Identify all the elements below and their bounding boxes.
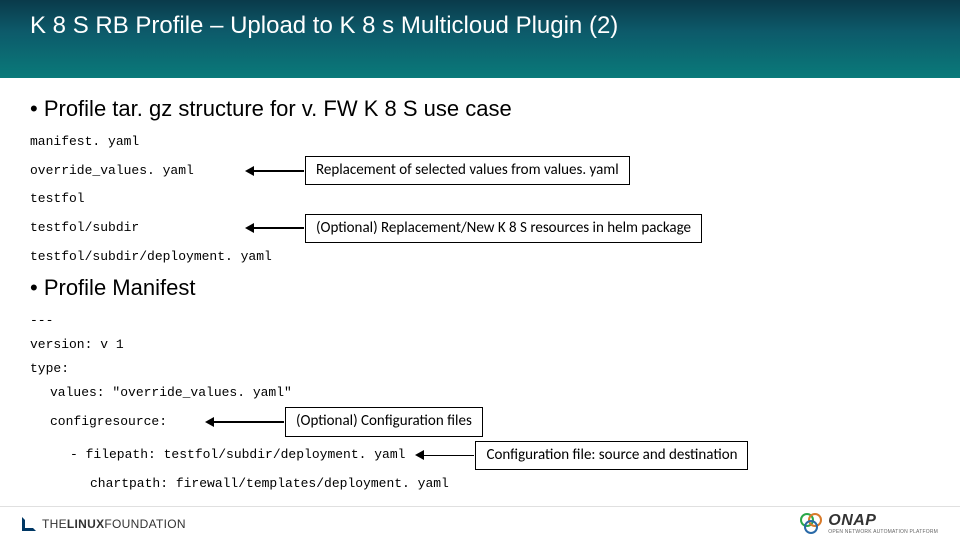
file-list: manifest. yaml override_values. yaml Rep…: [30, 132, 930, 267]
onap-rings-icon: [800, 513, 822, 535]
file-manifest: manifest. yaml: [30, 132, 930, 152]
lf-the: THE: [42, 517, 67, 531]
annot-config-src: Configuration file: source and destinati…: [475, 441, 748, 470]
header-bar: K 8 S RB Profile – Upload to K 8 s Multi…: [0, 0, 960, 78]
content-area: • Profile tar. gz structure for v. FW K …: [0, 78, 960, 494]
file-deployment: testfol/subdir/deployment. yaml: [30, 247, 930, 267]
yaml-dash: ---: [30, 311, 930, 331]
file-testfol: testfol: [30, 189, 930, 209]
row-override: override_values. yaml Replacement of sel…: [30, 156, 930, 185]
arrow-left-icon: [245, 223, 254, 233]
annot-replacement: Replacement of selected values from valu…: [305, 156, 630, 185]
yaml-block: --- version: v 1 type: values: "override…: [30, 311, 930, 494]
yaml-configresource: configresource:: [30, 412, 205, 432]
annot-config-files: (Optional) Configuration files: [285, 407, 483, 436]
linux-foundation-logo: THE LINUX FOUNDATION: [22, 517, 186, 531]
footer: THE LINUX FOUNDATION ONAP OPEN NETWORK A…: [0, 506, 960, 540]
yaml-filepath: - filepath: testfol/subdir/deployment. y…: [30, 445, 405, 465]
lf-cube-icon: [22, 517, 36, 531]
yaml-chartpath: chartpath: firewall/templates/deployment…: [30, 474, 930, 494]
page-title: K 8 S RB Profile – Upload to K 8 s Multi…: [30, 12, 618, 40]
yaml-version: version: v 1: [30, 335, 930, 355]
bullet-profile-manifest: • Profile Manifest: [30, 275, 930, 301]
onap-text: ONAP: [828, 512, 938, 530]
lf-foundation: FOUNDATION: [104, 517, 185, 531]
arrow-left-icon: [245, 166, 254, 176]
yaml-values: values: "override_values. yaml": [30, 383, 930, 403]
yaml-type: type:: [30, 359, 930, 379]
arrow-left-icon: [205, 417, 214, 427]
arrow-left-icon: [415, 450, 424, 460]
lf-linux: LINUX: [67, 517, 105, 531]
annot-optional-k8s: (Optional) Replacement/New K 8 S resourc…: [305, 214, 702, 243]
bullet-profile-tar: • Profile tar. gz structure for v. FW K …: [30, 96, 930, 122]
onap-logo: ONAP OPEN NETWORK AUTOMATION PLATFORM: [800, 512, 938, 535]
file-subdir: testfol/subdir: [30, 218, 245, 238]
row-configresource: configresource: (Optional) Configuration…: [30, 407, 930, 436]
onap-subtext: OPEN NETWORK AUTOMATION PLATFORM: [828, 530, 938, 535]
file-override: override_values. yaml: [30, 161, 245, 181]
row-subdir: testfol/subdir (Optional) Replacement/Ne…: [30, 214, 930, 243]
row-filepath: - filepath: testfol/subdir/deployment. y…: [30, 441, 930, 470]
